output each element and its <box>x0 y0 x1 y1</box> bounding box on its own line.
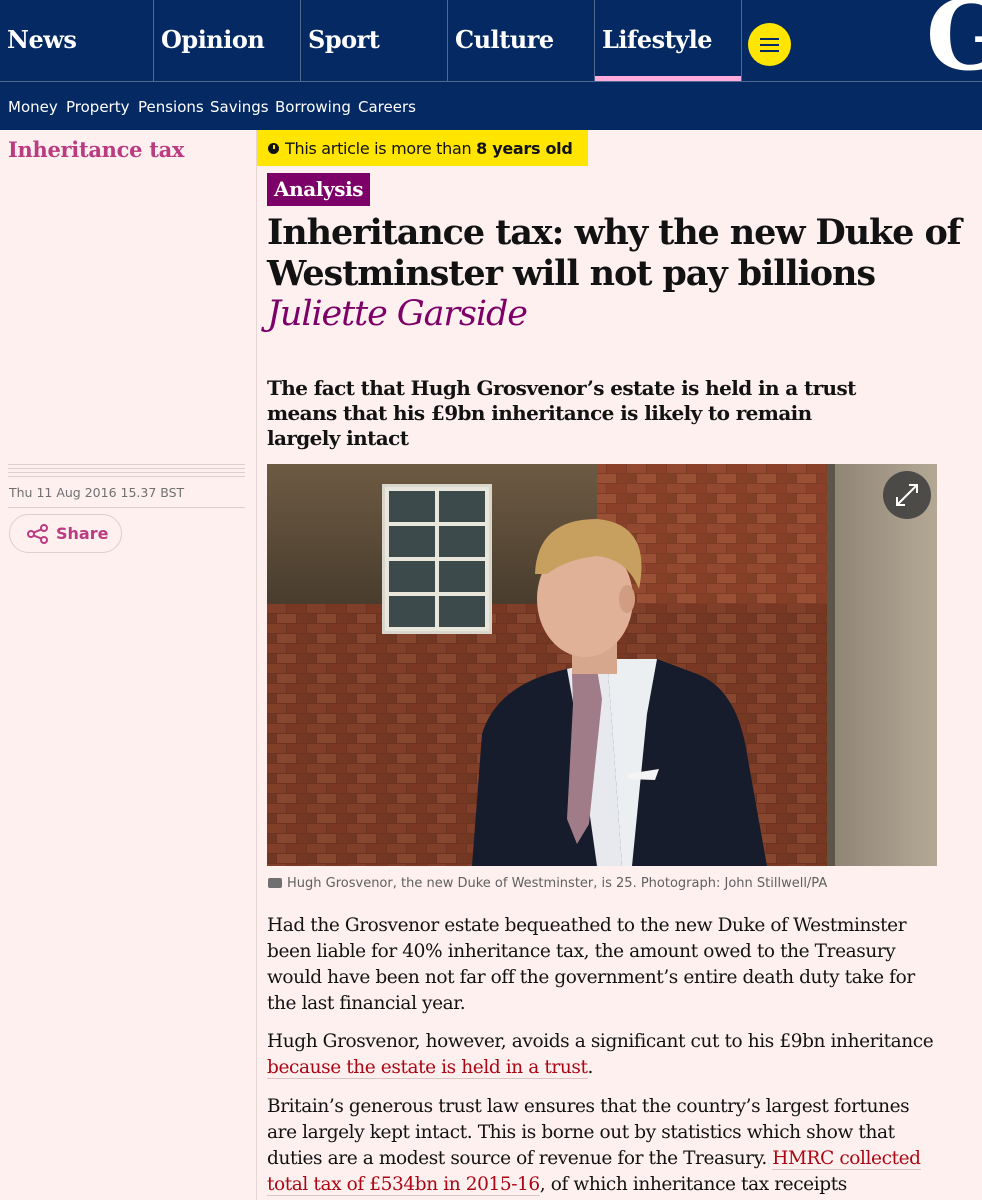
article-paragraph-3: Britain’s generous trust law ensures tha… <box>267 1096 921 1196</box>
photo-caption: Hugh Grosvenor, the new Duke of Westmins… <box>268 876 827 891</box>
subnav-savings[interactable]: Savings <box>210 98 269 116</box>
hamburger-icon[interactable] <box>748 23 791 66</box>
article-age-notice: This article is more than 8 years old <box>257 130 588 166</box>
nav-pillar-culture[interactable]: Culture <box>448 0 594 81</box>
nav-pillar-lifestyle[interactable]: Lifestyle <box>595 0 741 81</box>
camera-icon <box>268 878 282 888</box>
article-headline: Inheritance tax: why the new Duke of Wes… <box>267 212 962 294</box>
expand-icon <box>896 484 918 506</box>
divider <box>8 507 245 508</box>
subnav-money[interactable]: Money <box>8 98 58 116</box>
analysis-kicker: Analysis <box>267 173 371 206</box>
nav-pillar-sport[interactable]: Sport <box>301 0 447 81</box>
expand-image-button[interactable] <box>883 471 931 519</box>
author-byline[interactable]: Juliette Garside <box>267 294 528 334</box>
top-navigation: News Opinion Sport Culture Lifestyle G <box>0 0 982 84</box>
subnav-property[interactable]: Property <box>66 98 129 116</box>
subnav-careers[interactable]: Careers <box>358 98 416 116</box>
article-paragraph-2: Hugh Grosvenor, however, avoids a signif… <box>267 1031 934 1079</box>
dotted-rule <box>8 468 245 469</box>
dotted-rule <box>8 476 245 477</box>
age-notice-text: This article is more than 8 years old <box>285 139 573 158</box>
guardian-logo[interactable]: G <box>926 0 982 84</box>
nav-pillar-news[interactable]: News <box>0 0 153 81</box>
article-main-photo[interactable] <box>267 464 937 866</box>
series-label[interactable]: Inheritance tax <box>8 137 184 162</box>
subnav-borrowing[interactable]: Borrowing <box>275 98 351 116</box>
clock-icon <box>268 143 279 154</box>
subnav-pensions[interactable]: Pensions <box>138 98 204 116</box>
nav-divider <box>741 0 742 81</box>
share-label: Share <box>56 524 109 543</box>
share-icon <box>27 524 48 544</box>
article-standfirst: The fact that Hugh Grosvenor’s estate is… <box>267 376 856 450</box>
photo-illustration <box>267 464 937 866</box>
nav-pillar-opinion[interactable]: Opinion <box>154 0 300 81</box>
sub-navigation: Money Property Pensions Savings Borrowin… <box>0 82 982 130</box>
article-dateline: Thu 11 Aug 2016 15.37 BST <box>9 485 185 500</box>
share-button[interactable]: Share <box>9 514 122 553</box>
article-paragraph-1: Had the Grosvenor estate bequeathed to t… <box>267 915 915 1014</box>
dotted-rule <box>8 472 245 473</box>
trust-estate-link[interactable]: because the estate is held in a trust <box>267 1057 588 1079</box>
column-divider <box>256 130 257 1200</box>
dotted-rule <box>8 464 245 465</box>
